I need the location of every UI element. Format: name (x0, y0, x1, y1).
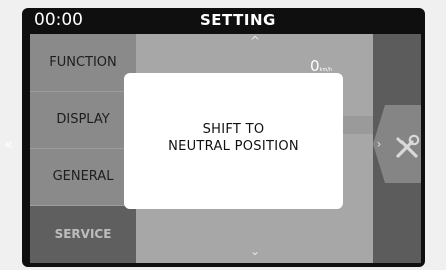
page-title: SETTING (200, 11, 276, 29)
menu-item-function[interactable]: FUNCTION (30, 34, 136, 91)
menu-item-service[interactable]: SERVICE (30, 205, 136, 263)
menu-divider (30, 205, 136, 206)
shift-warning-dialog: SHIFT TO NEUTRAL POSITION (124, 73, 343, 209)
chevron-down-icon[interactable]: ⌄ (248, 244, 262, 258)
chevron-up-icon[interactable]: ^ (248, 34, 262, 48)
clock: 00:00 (34, 10, 83, 30)
device-screen: 00:00 SETTING FUNCTION DISPLAY GENERAL S… (0, 0, 446, 270)
dialog-message: SHIFT TO NEUTRAL POSITION (124, 121, 343, 155)
dialog-line-1: SHIFT TO (202, 122, 265, 137)
chevron-right-icon[interactable]: › (372, 136, 386, 152)
menu-divider (30, 148, 136, 149)
double-chevron-left-icon[interactable]: « (4, 135, 13, 153)
menu-item-general[interactable]: GENERAL (30, 148, 136, 205)
dialog-line-2: NEUTRAL POSITION (168, 139, 299, 154)
menu-divider (30, 91, 136, 92)
wrench-screwdriver-icon[interactable] (393, 133, 421, 161)
menu-item-display[interactable]: DISPLAY (30, 91, 136, 148)
